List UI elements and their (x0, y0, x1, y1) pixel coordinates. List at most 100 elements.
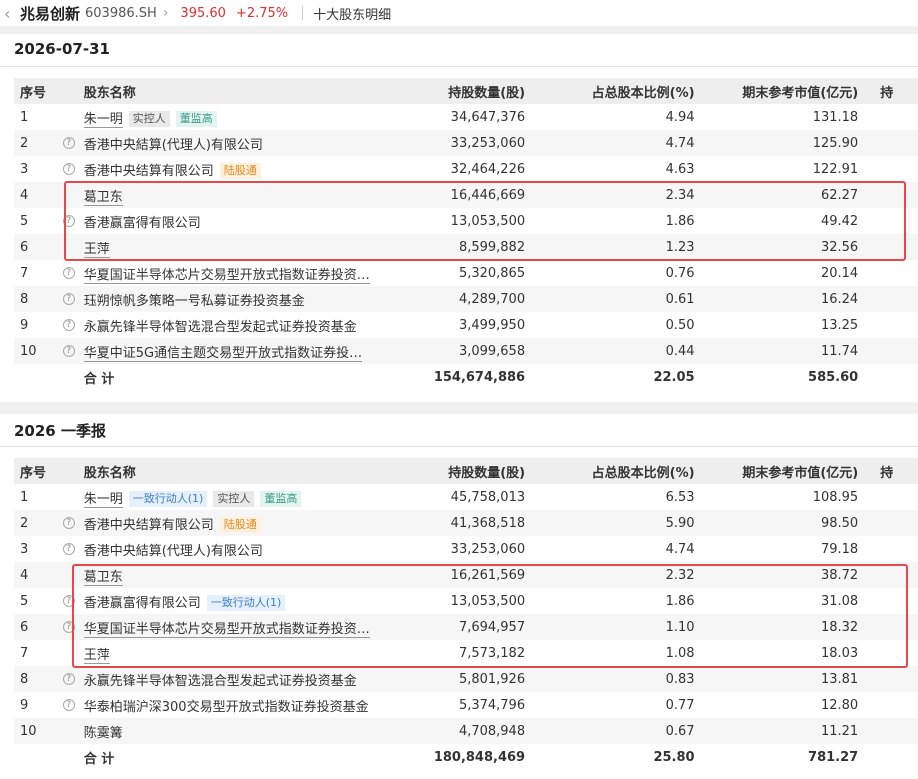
holder-name[interactable]: 香港赢富得有限公司 (84, 596, 201, 611)
tag-hk-connect: 陆股通 (219, 162, 261, 179)
table-row[interactable]: 2 ? 香港中央结算有限公司 陆股通 41,368,518 5.90 98.50 (14, 510, 918, 536)
question-mark-icon[interactable]: ? (62, 163, 75, 175)
page-title: 十大股东明细 (313, 7, 392, 23)
col-market-value[interactable]: 期末参考市值(亿元) (706, 458, 871, 484)
question-mark-icon[interactable]: ? (62, 673, 75, 685)
question-mark-icon[interactable]: ? (62, 699, 75, 711)
question-mark-icon[interactable]: ? (62, 595, 75, 607)
table-row[interactable]: 2 ? 香港中央結算(代理人)有限公司 33,253,060 4.74 125.… (14, 130, 918, 156)
holder-name-link[interactable]: 华夏国证半导体芯片交易型开放式指数证券投资… (83, 267, 370, 284)
holder-name[interactable]: 香港赢富得有限公司 (84, 216, 201, 231)
table-total-row: 合 计 180,848,469 25.80 781.27 (14, 744, 918, 770)
holder-name[interactable]: 香港中央結算(代理人)有限公司 (84, 138, 263, 153)
holders-table: 序号 股东名称 持股数量(股) 占总股本比例(%) 期末参考市值(亿元) 持 1… (14, 78, 918, 390)
total-label: 合 计 (81, 744, 402, 770)
question-mark-icon[interactable]: ? (62, 345, 75, 357)
col-ratio[interactable]: 占总股本比例(%) (537, 78, 707, 104)
holder-name[interactable]: 珏朔惊帆多策略一号私募证券投资基金 (84, 294, 305, 309)
table-row[interactable]: 5 ? 香港赢富得有限公司 一致行动人(1) 13,053,500 1.86 31… (14, 588, 918, 614)
total-value: 585.60 (706, 364, 871, 390)
col-cut-off: 持 (870, 458, 918, 484)
holder-name[interactable]: 永赢先锋半导体智选混合型发起式证券投资基金 (84, 674, 357, 689)
holder-name-link[interactable]: 华夏中证5G通信主题交易型开放式指数证券投… (83, 345, 363, 362)
tag-executive: 董监高 (175, 110, 217, 127)
stock-change-pct: +2.75% (235, 5, 289, 21)
total-label: 合 计 (81, 364, 402, 390)
table-row[interactable]: 7 王萍 7,573,182 1.08 18.03 (14, 640, 918, 666)
holder-name-link[interactable]: 朱一明 (83, 111, 123, 128)
table-row[interactable]: 3 ? 香港中央结算有限公司 陆股通 32,464,226 4.63 122.91 (14, 156, 918, 182)
holder-name-link[interactable]: 华夏国证半导体芯片交易型开放式指数证券投资… (83, 621, 370, 638)
col-shares[interactable]: 持股数量(股) (401, 78, 538, 104)
col-holder-name: 股东名称 (81, 78, 402, 104)
question-mark-icon[interactable]: ? (62, 215, 75, 227)
col-market-value[interactable]: 期末参考市值(亿元) (706, 78, 871, 104)
question-mark-icon[interactable]: ? (62, 137, 75, 149)
holder-name[interactable]: 香港中央结算有限公司 (84, 164, 214, 179)
chevron-right-icon[interactable]: › (163, 5, 169, 21)
holder-name-link[interactable]: 朱一明 (83, 491, 123, 508)
table-row[interactable]: 1 朱一明 一致行动人(1) 实控人 董监高 45,758,013 6.53 108.… (14, 484, 918, 510)
table-row[interactable]: 1 朱一明 实控人 董监高 34,647,376 4.94 131.18 (14, 104, 918, 130)
holder-name-link[interactable]: 葛卫东 (83, 569, 123, 586)
holder-name-link[interactable]: 王萍 (83, 647, 110, 664)
section-divider (0, 66, 918, 67)
total-value: 781.27 (706, 744, 871, 770)
total-ratio: 25.80 (537, 744, 707, 770)
header-divider (302, 6, 304, 20)
table-row[interactable]: 7 ? 华夏国证半导体芯片交易型开放式指数证券投资… 5,320,865 0.7… (14, 260, 918, 286)
section-2026-q1: 2026 一季报 序号 股东名称 持股数量(股) 占总股本比例(%) 期末参考市… (0, 414, 918, 779)
col-index: 序号 (14, 458, 56, 484)
table-row[interactable]: 6 ? 华夏国证半导体芯片交易型开放式指数证券投资… 7,694,957 1.1… (14, 614, 918, 640)
table-row[interactable]: 8 ? 珏朔惊帆多策略一号私募证券投资基金 4,289,700 0.61 16.… (14, 286, 918, 312)
stock-name[interactable]: 兆易创新 (20, 3, 80, 24)
col-ratio[interactable]: 占总股本比例(%) (537, 458, 707, 484)
table-row[interactable]: 10 陈霙篝 4,708,948 0.67 11.21 (14, 718, 918, 744)
holder-name[interactable]: 永赢先锋半导体智选混合型发起式证券投资基金 (84, 320, 357, 335)
holder-name[interactable]: 华泰柏瑞沪深300交易型开放式指数证券投资基金 (84, 700, 369, 715)
col-index: 序号 (14, 78, 56, 104)
table-row[interactable]: 9 ? 永赢先锋半导体智选混合型发起式证券投资基金 3,499,950 0.50… (14, 312, 918, 338)
question-mark-icon[interactable]: ? (62, 267, 75, 279)
table-total-row: 合 计 154,674,886 22.05 585.60 (14, 364, 918, 390)
tag-executive: 董监高 (260, 490, 302, 507)
table-header-row: 序号 股东名称 持股数量(股) 占总股本比例(%) 期末参考市值(亿元) 持 (14, 78, 918, 104)
stock-price: 395.60 (180, 5, 226, 21)
table-row[interactable]: 5 ? 香港赢富得有限公司 13,053,500 1.86 49.42 (14, 208, 918, 234)
question-mark-icon[interactable]: ? (62, 543, 75, 555)
section-2026-07-31: 2026-07-31 序号 股东名称 持股数量(股) 占总股本比例(%) 期末参… (0, 34, 918, 402)
total-ratio: 22.05 (537, 364, 707, 390)
tag-actual-controller: 实控人 (128, 110, 170, 127)
back-chevron-icon[interactable]: ‹ (4, 4, 18, 23)
table-row[interactable]: 9 ? 华泰柏瑞沪深300交易型开放式指数证券投资基金 5,374,796 0.… (14, 692, 918, 718)
table-row[interactable]: 10 ? 华夏中证5G通信主题交易型开放式指数证券投… 3,099,658 0.… (14, 338, 918, 364)
question-mark-icon[interactable]: ? (62, 319, 75, 331)
holder-name[interactable]: 香港中央結算(代理人)有限公司 (84, 544, 263, 559)
stock-code: 603986.SH (85, 5, 157, 21)
stock-header: ‹ 兆易创新 603986.SH › 395.60 +2.75% 十大股东明细 (0, 0, 918, 26)
tag-concert-party[interactable]: 一致行动人(1) (206, 594, 286, 611)
table-row[interactable]: 8 ? 永赢先锋半导体智选混合型发起式证券投资基金 5,801,926 0.83… (14, 666, 918, 692)
col-holder-name: 股东名称 (81, 458, 402, 484)
table-row[interactable]: 4 葛卫东 16,446,669 2.34 62.27 (14, 182, 918, 208)
question-mark-icon[interactable]: ? (62, 517, 75, 529)
table-row[interactable]: 6 王萍 8,599,882 1.23 32.56 (14, 234, 918, 260)
table-row[interactable]: 4 葛卫东 16,261,569 2.32 38.72 (14, 562, 918, 588)
total-shares: 180,848,469 (401, 744, 538, 770)
table-row[interactable]: 3 ? 香港中央結算(代理人)有限公司 33,253,060 4.74 79.1… (14, 536, 918, 562)
section-title: 2026-07-31 (14, 40, 110, 58)
tag-actual-controller: 实控人 (213, 490, 255, 507)
tag-concert-party[interactable]: 一致行动人(1) (128, 490, 208, 507)
col-cut-off: 持 (870, 78, 918, 104)
section-title: 2026 一季报 (14, 422, 106, 440)
question-mark-icon[interactable]: ? (62, 293, 75, 305)
holder-name-link[interactable]: 王萍 (83, 241, 110, 258)
holders-table: 序号 股东名称 持股数量(股) 占总股本比例(%) 期末参考市值(亿元) 持 1… (14, 458, 918, 770)
tag-hk-connect: 陆股通 (219, 516, 261, 533)
holder-name-link[interactable]: 葛卫东 (83, 189, 123, 206)
col-shares[interactable]: 持股数量(股) (401, 458, 538, 484)
holder-name[interactable]: 香港中央结算有限公司 (84, 518, 214, 533)
table-header-row: 序号 股东名称 持股数量(股) 占总股本比例(%) 期末参考市值(亿元) 持 (14, 458, 918, 484)
holder-name[interactable]: 陈霙篝 (84, 726, 123, 741)
question-mark-icon[interactable]: ? (62, 621, 75, 633)
